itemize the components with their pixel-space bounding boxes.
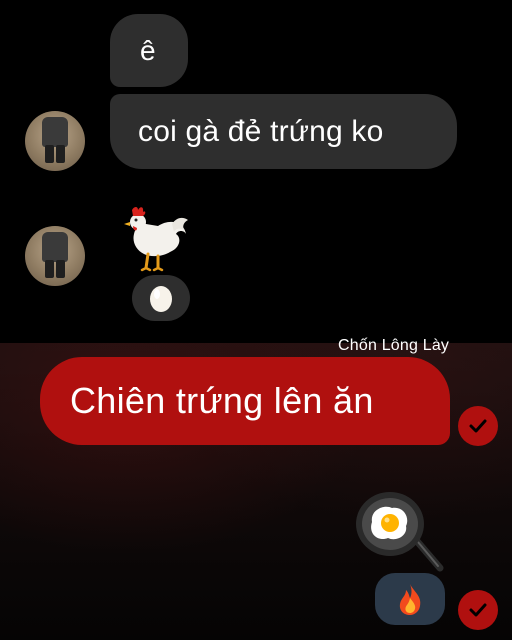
- fried-egg-pan-icon[interactable]: [354, 488, 446, 572]
- contact-avatar[interactable]: [25, 226, 85, 286]
- check-circle-icon: [458, 406, 498, 446]
- top-chat-region: [0, 0, 512, 343]
- check-circle-icon: [458, 590, 498, 630]
- contact-avatar[interactable]: [25, 111, 85, 171]
- fire-reaction[interactable]: [375, 573, 445, 625]
- message-text: coi gà đẻ trứng ko: [138, 114, 384, 148]
- fire-icon: [399, 584, 421, 615]
- watermark-text: Chốn Lông Lày: [338, 337, 450, 354]
- message-text: ê: [140, 34, 156, 66]
- message-text: Chiên trứng lên ăn: [70, 380, 374, 421]
- rooster-icon[interactable]: [118, 204, 190, 278]
- received-message-bubble[interactable]: coi gà đẻ trứng ko: [110, 94, 457, 169]
- egg-icon: [150, 286, 172, 312]
- received-message-bubble[interactable]: ê: [110, 14, 188, 87]
- sent-message-bubble[interactable]: Chiên trứng lên ăn: [40, 357, 450, 445]
- egg-reaction[interactable]: [132, 275, 190, 321]
